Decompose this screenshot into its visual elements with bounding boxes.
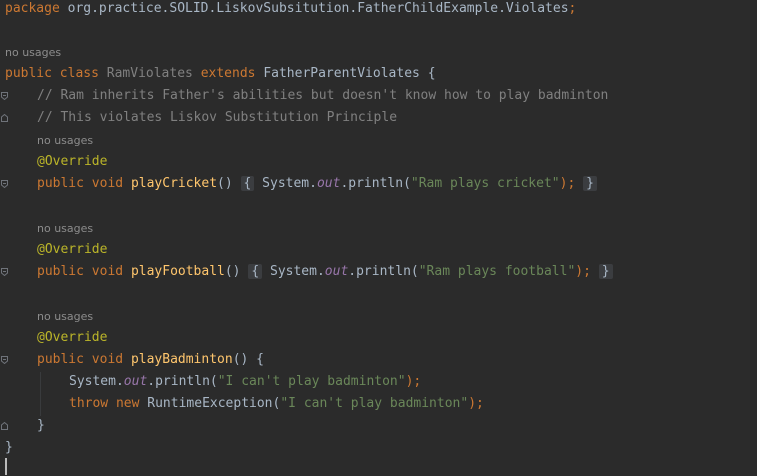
collapsed-close-brace[interactable]: } bbox=[598, 264, 613, 279]
open-brace: { bbox=[427, 66, 436, 81]
out-field: out bbox=[324, 264, 349, 279]
system-class: System. bbox=[270, 264, 325, 279]
open-brace: { bbox=[243, 176, 252, 191]
class-keyword: class bbox=[59, 66, 99, 81]
extends-keyword: extends bbox=[200, 66, 256, 81]
override-annotation[interactable]: @Override bbox=[0, 239, 757, 261]
throw-statement[interactable]: throw new RuntimeException("I can't play… bbox=[0, 393, 757, 415]
println-call: .println( bbox=[147, 374, 218, 389]
new-keyword: new bbox=[115, 396, 140, 411]
method-play-football[interactable]: public void playFootball() { System.out.… bbox=[0, 261, 757, 283]
close-call: ); bbox=[575, 264, 591, 279]
println-call: .println( bbox=[348, 264, 419, 279]
parent-class-name: FatherParentViolates bbox=[263, 66, 420, 81]
string-literal: "I can't play badminton" bbox=[280, 396, 469, 411]
method-name: playCricket bbox=[130, 176, 218, 191]
string-literal: "Ram plays football" bbox=[418, 264, 576, 279]
package-name: org.practice.SOLID.LiskovSubsitution.Fat… bbox=[67, 1, 569, 16]
class-close-brace[interactable]: } bbox=[0, 437, 757, 459]
method-close-brace[interactable]: } bbox=[0, 415, 757, 437]
method-usage-hint[interactable]: no usages bbox=[37, 133, 93, 149]
string-literal: "I can't play badminton" bbox=[217, 374, 406, 389]
code-editor[interactable]: package org.practice.SOLID.LiskovSubsitu… bbox=[0, 0, 757, 476]
system-class: System. bbox=[262, 176, 317, 191]
comment-line-2[interactable]: // This violates Liskov Substitution Pri… bbox=[0, 107, 757, 129]
close-call: ); bbox=[468, 396, 484, 411]
open-brace: { bbox=[256, 352, 264, 367]
out-field: out bbox=[123, 374, 148, 389]
class-name: RamViolates bbox=[106, 66, 193, 81]
override-annotation[interactable]: @Override bbox=[0, 151, 757, 173]
collapsed-open-brace[interactable]: { bbox=[240, 176, 255, 191]
parens: () bbox=[217, 176, 233, 191]
text-caret bbox=[5, 458, 7, 475]
exception-constructor: RuntimeException( bbox=[147, 396, 281, 411]
throw-keyword: throw bbox=[69, 396, 109, 411]
system-class: System. bbox=[69, 374, 124, 389]
void-keyword: void bbox=[91, 176, 124, 191]
class-declaration-line[interactable]: public class RamViolates extends FatherP… bbox=[0, 63, 757, 85]
method-play-cricket[interactable]: public void playCricket() { System.out.p… bbox=[0, 173, 757, 195]
override-annotation[interactable]: @Override bbox=[0, 327, 757, 349]
open-brace: { bbox=[251, 264, 260, 279]
public-keyword: public bbox=[37, 264, 84, 279]
comment-line-1[interactable]: // Ram inherits Father's abilities but d… bbox=[0, 85, 757, 107]
package-line[interactable]: package org.practice.SOLID.LiskovSubsitu… bbox=[0, 0, 757, 20]
close-call: ); bbox=[405, 374, 422, 389]
close-brace: } bbox=[586, 176, 594, 191]
close-brace: } bbox=[601, 264, 610, 279]
package-keyword: package bbox=[5, 1, 60, 16]
method-name: playFootball bbox=[130, 264, 225, 279]
collapsed-open-brace[interactable]: { bbox=[248, 264, 263, 279]
public-keyword: public bbox=[5, 66, 52, 81]
method-play-badminton[interactable]: public void playBadminton() { bbox=[0, 349, 757, 371]
method-name: playBadminton bbox=[130, 352, 233, 367]
public-keyword: public bbox=[37, 176, 84, 191]
public-keyword: public bbox=[37, 352, 84, 367]
out-field: out bbox=[316, 176, 341, 191]
close-call: ); bbox=[559, 176, 576, 191]
void-keyword: void bbox=[91, 352, 124, 367]
string-literal: "Ram plays cricket" bbox=[410, 176, 560, 191]
method-usage-hint[interactable]: no usages bbox=[37, 221, 93, 237]
method-usage-hint[interactable]: no usages bbox=[37, 309, 93, 325]
println-statement[interactable]: System.out.println("I can't play badmint… bbox=[0, 371, 757, 393]
println-call: .println( bbox=[340, 176, 411, 191]
semicolon: ; bbox=[568, 1, 577, 16]
void-keyword: void bbox=[91, 264, 124, 279]
parens: () bbox=[224, 264, 241, 279]
parens: () bbox=[232, 352, 249, 367]
collapsed-close-brace[interactable]: } bbox=[583, 176, 597, 191]
class-usage-hint[interactable]: no usages bbox=[5, 45, 61, 61]
